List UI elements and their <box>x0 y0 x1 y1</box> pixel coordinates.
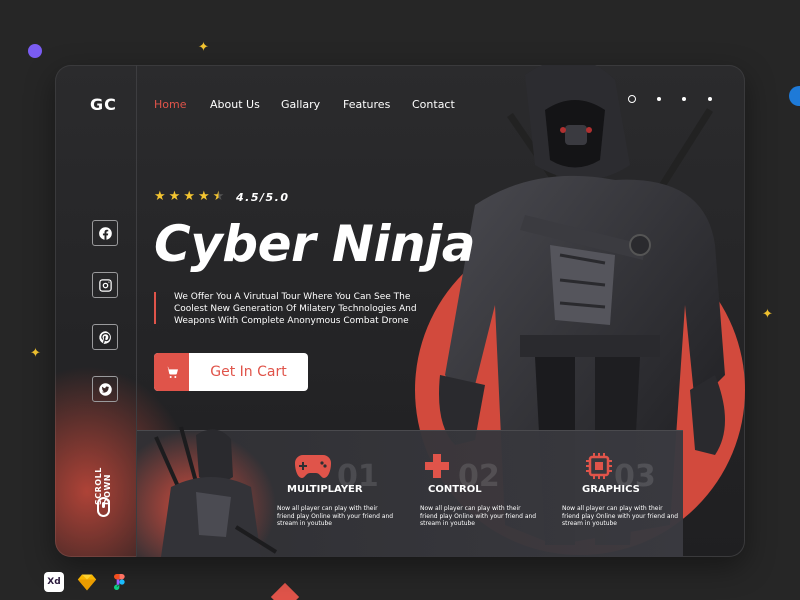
purple-dot-decoration <box>28 44 42 58</box>
nav-item-gallary[interactable]: Gallary <box>281 98 320 111</box>
blue-dot-decoration <box>789 86 800 106</box>
hero-description: We Offer You A Virutual Tour Where You C… <box>174 292 417 326</box>
dot-indicator <box>708 97 712 101</box>
nav-item-contact[interactable]: Contact <box>412 98 455 111</box>
dpad-icon <box>425 454 449 478</box>
pinterest-icon <box>98 330 111 344</box>
hero-title: Cyber Ninja <box>154 215 476 273</box>
star-icon: ★ <box>154 189 166 204</box>
sparkle-icon: ✦ <box>762 307 773 322</box>
facebook-button[interactable] <box>92 220 118 246</box>
star-icon: ★ <box>183 189 195 204</box>
instagram-icon <box>98 278 112 292</box>
cart-icon <box>154 353 189 391</box>
dot-indicator <box>682 97 686 101</box>
nav-item-home[interactable]: Home <box>154 98 186 111</box>
stage: ✦ ✦ ✦ GC SCROLL DOWN Home About Us Galla… <box>0 0 800 600</box>
red-triangle-decoration <box>270 582 300 600</box>
dot-indicator <box>628 95 636 103</box>
feature-title: MULTIPLAYER <box>287 484 363 495</box>
pinterest-button[interactable] <box>92 324 118 350</box>
description-accent-bar <box>154 292 156 324</box>
facebook-icon <box>98 226 112 240</box>
adobe-xd-icon: Xd <box>44 572 64 592</box>
mouse-scroll-icon[interactable] <box>97 497 110 517</box>
scroll-down-label: SCROLL DOWN <box>94 467 112 505</box>
rating-value: 4.5/5.0 <box>236 191 290 204</box>
main-card: GC SCROLL DOWN Home About Us Gallary Fea… <box>55 65 745 557</box>
gamepad-icon <box>295 455 331 478</box>
get-in-cart-button[interactable]: Get In Cart <box>154 353 308 391</box>
figma-icon <box>110 572 130 592</box>
instagram-button[interactable] <box>92 272 118 298</box>
star-icon: ★ <box>197 189 210 204</box>
menu-dots[interactable] <box>626 95 716 105</box>
sparkle-icon: ✦ <box>30 346 41 361</box>
star-icon: ★ <box>168 189 181 204</box>
half-star-icon: ★ <box>212 189 225 204</box>
sketch-icon <box>77 572 97 592</box>
sidebar: GC SCROLL DOWN <box>55 65 137 557</box>
dot-indicator <box>657 97 661 101</box>
twitter-icon <box>98 382 112 396</box>
feature-title: CONTROL <box>428 484 482 495</box>
feature-description: Now all player can play with their frien… <box>562 505 679 527</box>
rating-stars: ★ ★ ★ ★ ★ <box>154 190 224 203</box>
get-in-cart-label: Get In Cart <box>210 364 287 380</box>
nav-item-features[interactable]: Features <box>343 98 390 111</box>
feature-description: Now all player can play with their frien… <box>420 505 537 527</box>
feature-title: GRAPHICS <box>582 484 640 495</box>
design-tools-row: Xd <box>44 572 130 592</box>
nav-item-about-us[interactable]: About Us <box>210 98 260 111</box>
feature-description: Now all player can play with their frien… <box>277 505 394 527</box>
mini-ninja-illustration <box>154 426 278 557</box>
twitter-button[interactable] <box>92 376 118 402</box>
sparkle-icon: ✦ <box>198 40 209 55</box>
